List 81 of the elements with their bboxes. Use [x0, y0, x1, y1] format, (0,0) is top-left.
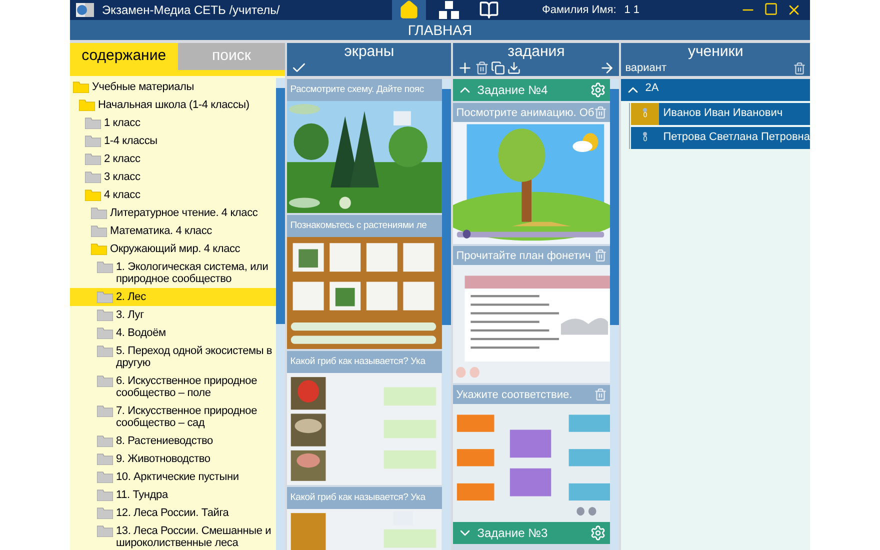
tree-label: 5. Переход одной экосистемы в другую [116, 345, 274, 369]
copy-icon[interactable] [491, 61, 506, 75]
user-label: Фамилия Имя: [542, 2, 616, 18]
task-title: Задание №3 [477, 525, 548, 542]
trash-icon[interactable] [793, 62, 806, 75]
tree-label: Окружающий мир. 4 класс [110, 243, 240, 255]
tree-item[interactable]: 11. Тундра [70, 486, 276, 504]
tree-label: 4 класс [104, 189, 140, 201]
screen-caption: Укажите соответствие. [456, 388, 572, 400]
settings-icon[interactable] [590, 525, 606, 541]
page-title-bar: ГЛАВНАЯ [70, 20, 810, 40]
maximize-icon[interactable] [764, 2, 778, 16]
trash-icon[interactable] [475, 61, 490, 75]
tree-item[interactable]: 4 класс [70, 186, 276, 204]
tree-label: Начальная школа (1-4 классы) [98, 99, 250, 111]
student-name: Иванов Иван Иванович [662, 106, 783, 121]
tree-label: 10. Арктические пустыни [116, 471, 239, 483]
tree-label: 9. Животноводство [116, 453, 210, 465]
tree-item[interactable]: 9. Животноводство [70, 450, 276, 468]
screen-caption: Посмотрите анимацию. Об [456, 106, 594, 118]
tree-label: 4. Водоём [116, 327, 166, 339]
tree-item[interactable]: 6. Искусственное природное сообщество – поле [70, 372, 276, 402]
tree-item[interactable]: 10. Арктические пустыни [70, 468, 276, 486]
panel-tab[interactable]: содержание [70, 43, 178, 70]
tree-label: 3 класс [104, 171, 140, 183]
settings-icon[interactable] [590, 82, 606, 98]
tree-item[interactable]: Окружающий мир. 4 класс [70, 240, 276, 258]
student-name: Петрова Светлана Петровна [662, 130, 810, 145]
tree-label: 1-4 классы [104, 135, 158, 147]
tree-label: Литературное чтение. 4 класс [110, 207, 258, 219]
screen-caption: Какой гриб как называется? Ука [289, 491, 426, 505]
tree-item[interactable]: 1. Экологическая система, или природное сообщество [70, 258, 276, 288]
tree-label: 1. Экологическая система, или природное сообщество [116, 261, 270, 285]
tree-label: 8. Растениеводство [116, 435, 213, 447]
tree-label: 13. Леса России. Смешанные и широколиственные леса [116, 525, 272, 549]
tree-item[interactable]: 1-4 классы [70, 132, 276, 150]
tree-label: Математика. 4 класс [110, 225, 212, 237]
tree-label: 12. Леса России. Тайга [116, 507, 229, 519]
user-name: 1 1 [624, 2, 640, 18]
class-name: 2А [645, 81, 659, 96]
tree-item[interactable]: 3 класс [70, 168, 276, 186]
tree-item[interactable]: 4. Водоём [70, 324, 276, 342]
tree-label: 6. Искусственное природное сообщество – поле [116, 375, 258, 399]
tree-label: 1 класс [104, 117, 140, 129]
tree-label: 11. Тундра [116, 489, 168, 501]
tree-item[interactable]: 5. Переход одной экосистемы в другую [70, 342, 276, 372]
scrollbar[interactable] [610, 79, 620, 550]
tree-label: 2. Лес [116, 291, 146, 303]
blocks-icon [439, 1, 459, 19]
screen-caption: Рассмотрите схему. Дайте пояс [289, 83, 425, 97]
column-title: ученики [686, 43, 744, 60]
save-icon[interactable] [507, 61, 522, 75]
tree-item[interactable]: 2. Лес [70, 288, 276, 306]
variant-label: вариант [625, 61, 667, 76]
tree-item[interactable]: 12. Леса России. Тайга [70, 504, 276, 522]
tree-item[interactable]: Учебные материалы [70, 78, 276, 96]
tree-item[interactable]: 1 класс [70, 114, 276, 132]
column-title: задания [506, 43, 566, 60]
screen-caption: Какой гриб как называется? Ука [289, 355, 426, 369]
tree-item[interactable]: 7. Искусственное природное сообщество – сад [70, 402, 276, 432]
column-title: экраны [343, 43, 396, 60]
screen-caption: Прочитайте план фонетич [456, 250, 591, 262]
window-title: Экзамен-Медиа СЕТЬ /учитель/ [102, 2, 281, 19]
task-title: Задание №4 [477, 82, 548, 99]
tree-label: 7. Искусственное природное сообщество – сад [116, 405, 258, 429]
class-header[interactable]: 2А [621, 79, 810, 101]
tree-label: 2 класс [104, 153, 140, 165]
tree-item[interactable]: Начальная школа (1-4 классы) [70, 96, 276, 114]
tree-item[interactable]: 8. Растениеводство [70, 432, 276, 450]
home-icon [399, 0, 419, 20]
screen-caption: Познакомьтесь с растениями ле [289, 219, 428, 233]
tree-label: Учебные материалы [92, 81, 194, 93]
tree-item[interactable]: Литературное чтение. 4 класс [70, 204, 276, 222]
scrollbar[interactable] [276, 78, 286, 550]
tree-item[interactable]: Математика. 4 класс [70, 222, 276, 240]
book-icon [479, 0, 499, 20]
scrollbar[interactable] [442, 79, 452, 550]
tree-label: 3. Луг [116, 309, 144, 321]
tree-item[interactable]: 3. Луг [70, 306, 276, 324]
tree-item[interactable]: 13. Леса России. Смешанные и широколиственные леса [70, 522, 276, 550]
tree-item[interactable]: 2 класс [70, 150, 276, 168]
